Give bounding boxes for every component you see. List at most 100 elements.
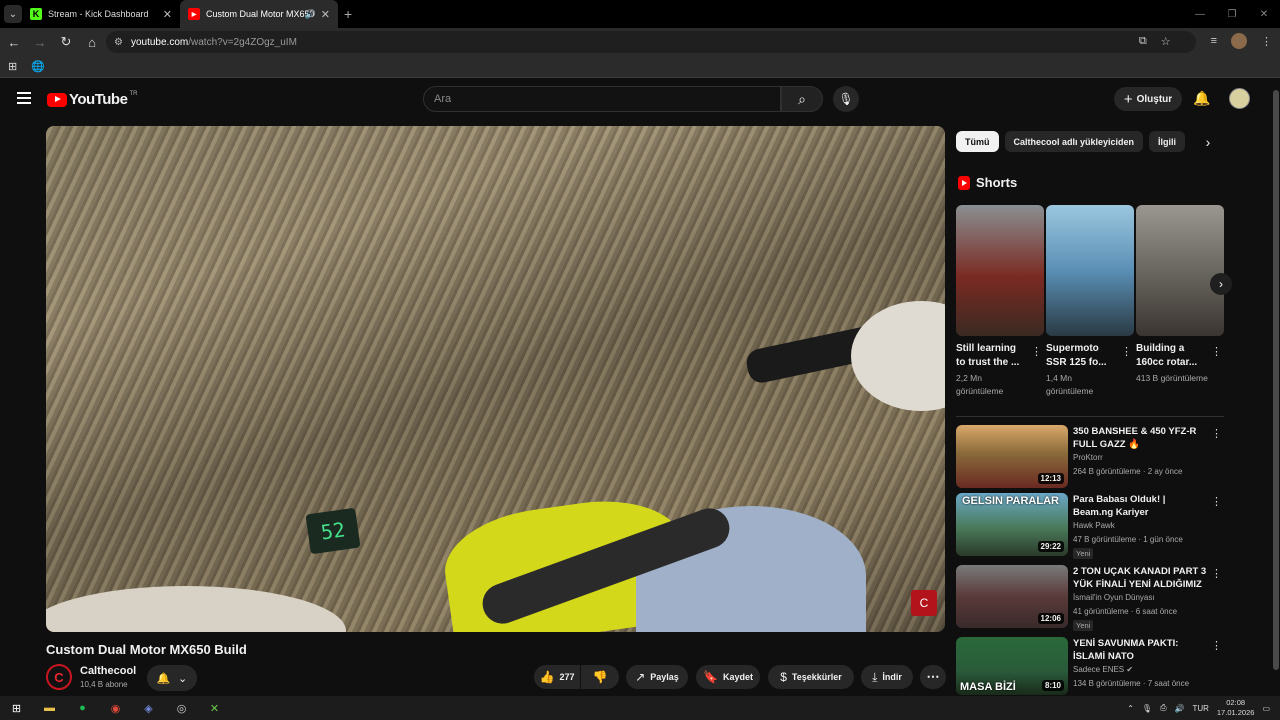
- download-button[interactable]: ⤓ İndir: [861, 665, 913, 689]
- video-thumbnail[interactable]: MASA BİZİ 8:10: [956, 637, 1068, 695]
- video-thumbnail[interactable]: GELSIN PARALAR 29:22: [956, 493, 1068, 556]
- input-language[interactable]: TUR: [1192, 704, 1208, 713]
- short-item[interactable]: Still learning to trust the ... 2,2 Mn g…: [956, 205, 1044, 398]
- bell-icon: 🔔: [156, 672, 171, 685]
- spotify-icon[interactable]: ●: [66, 696, 99, 720]
- more-vertical-icon[interactable]: ⋮: [1031, 345, 1042, 358]
- xbox-icon[interactable]: ✕: [198, 696, 231, 720]
- youtube-logo[interactable]: YouTube TR: [47, 91, 137, 108]
- site-info-icon[interactable]: ⚙: [114, 37, 123, 48]
- more-actions-button[interactable]: ⋯: [920, 665, 946, 689]
- share-label: Paylaş: [650, 672, 679, 682]
- tab-kick-dashboard[interactable]: K Stream - Kick Dashboard ✕: [22, 0, 180, 28]
- browser-menu-icon[interactable]: ⋮: [1261, 35, 1272, 48]
- address-bar-row: ← → ↻ ⌂ ⚙ youtube.com/watch?v=2g4ZOgz_uI…: [0, 28, 1280, 56]
- bookmark-star-icon[interactable]: ☆: [1161, 35, 1171, 48]
- short-item[interactable]: Building a 160cc rotar... 413 B görüntül…: [1136, 205, 1224, 385]
- channel-avatar[interactable]: C: [46, 664, 72, 690]
- speaker-icon[interactable]: 🔊: [305, 9, 316, 20]
- dislike-button[interactable]: 👎: [581, 665, 619, 689]
- tab-search-button[interactable]: ⌄: [4, 5, 22, 23]
- thanks-button[interactable]: $ Teşekkürler: [768, 665, 854, 689]
- like-button[interactable]: 👍 277: [534, 665, 580, 689]
- close-window-icon[interactable]: ✕: [1248, 9, 1280, 20]
- globe-icon[interactable]: 🌐: [31, 60, 45, 73]
- video-player[interactable]: 52 C: [46, 126, 945, 632]
- channel-name[interactable]: Sadece ENES ✔: [1073, 665, 1133, 674]
- file-explorer-icon[interactable]: ▬: [33, 696, 66, 720]
- related-video[interactable]: GELSIN PARALAR 29:22 Para Babası Olduk! …: [956, 493, 1224, 559]
- chip-from-uploader[interactable]: Calthecool adlı yükleyiciden: [1004, 131, 1144, 152]
- clock[interactable]: 02:08 17.01.2026: [1217, 698, 1255, 718]
- channel-watermark[interactable]: C: [911, 590, 937, 616]
- more-vertical-icon[interactable]: ⋮: [1211, 639, 1222, 652]
- create-button[interactable]: + Oluştur: [1114, 87, 1182, 111]
- network-icon[interactable]: ⎙: [1160, 703, 1166, 713]
- logo-text: YouTube: [69, 91, 128, 108]
- short-thumbnail[interactable]: [1136, 205, 1224, 336]
- maximize-icon[interactable]: ❐: [1216, 9, 1248, 20]
- short-item[interactable]: Supermoto SSR 125 fo... 1,4 Mn görüntüle…: [1046, 205, 1134, 398]
- chrome-icon[interactable]: ◉: [99, 696, 132, 720]
- channel-name-text: Sadece ENES: [1073, 665, 1125, 674]
- more-vertical-icon[interactable]: ⋮: [1211, 567, 1222, 580]
- minimize-icon[interactable]: —: [1184, 9, 1216, 20]
- scrollbar-thumb[interactable]: [1273, 90, 1279, 670]
- close-tab-icon[interactable]: ✕: [163, 8, 172, 21]
- channel-name[interactable]: İsmail'in Oyun Dünyası: [1073, 593, 1155, 602]
- chip-related[interactable]: İlgili: [1149, 131, 1186, 152]
- close-tab-icon[interactable]: ✕: [321, 8, 330, 21]
- voice-search-button[interactable]: 🎙: [833, 86, 859, 112]
- subscription-bell-button[interactable]: 🔔 ⌄: [147, 665, 197, 691]
- more-vertical-icon[interactable]: ⋮: [1211, 345, 1222, 358]
- video-title: 2 TON UÇAK KANADI PART 3 YÜK FİNALİ YENİ…: [1073, 566, 1207, 590]
- new-tab-icon[interactable]: +: [344, 6, 352, 22]
- chip-all[interactable]: Tümü: [956, 131, 999, 152]
- channel-name[interactable]: Hawk Pawk: [1073, 521, 1115, 530]
- reload-icon[interactable]: ↻: [54, 34, 78, 50]
- save-button[interactable]: 🔖 Kaydet: [696, 665, 760, 689]
- notification-center-icon[interactable]: ▭: [1262, 704, 1270, 713]
- search-button[interactable]: ⌕: [781, 86, 823, 112]
- related-video[interactable]: 12:06 2 TON UÇAK KANADI PART 3 YÜK FİNAL…: [956, 565, 1224, 631]
- more-vertical-icon[interactable]: ⋮: [1211, 495, 1222, 508]
- youtube-header: YouTube TR Ara ⌕ 🎙 + Oluştur 🔔: [0, 80, 1270, 118]
- tray-overflow-icon[interactable]: ⌃: [1127, 704, 1134, 713]
- video-thumbnail[interactable]: 12:06: [956, 565, 1068, 628]
- search-input[interactable]: Ara: [423, 86, 781, 112]
- microphone-tray-icon[interactable]: 🎙: [1142, 704, 1152, 713]
- video-meta: 134 B görüntüleme · 7 saat önce: [1073, 679, 1190, 688]
- chevron-right-icon[interactable]: ›: [1198, 131, 1218, 152]
- tab-title: Stream - Kick Dashboard: [48, 9, 149, 19]
- shorts-next-button[interactable]: ›: [1210, 273, 1232, 295]
- channel-name[interactable]: ProKtorr: [1073, 453, 1103, 462]
- back-icon[interactable]: ←: [2, 35, 26, 50]
- notifications-bell-icon[interactable]: 🔔: [1193, 90, 1210, 107]
- media-control-icon[interactable]: ≡: [1211, 35, 1217, 47]
- windows-start-icon[interactable]: ⊞: [0, 696, 33, 720]
- volume-icon[interactable]: 🔊: [1174, 704, 1184, 713]
- shorts-heading: Shorts: [958, 175, 1017, 190]
- profile-avatar[interactable]: [1231, 33, 1247, 49]
- tab-youtube-video[interactable]: ▶ Custom Dual Motor MX650 🔊 ✕: [180, 0, 338, 28]
- video-thumbnail[interactable]: 12:13: [956, 425, 1068, 488]
- related-video[interactable]: MASA BİZİ 8:10 YENİ SAVUNMA PAKTI: İSLAM…: [956, 637, 1224, 695]
- menu-icon[interactable]: [17, 92, 31, 104]
- home-icon[interactable]: ⌂: [80, 35, 104, 50]
- account-avatar[interactable]: [1229, 88, 1250, 109]
- cast-icon[interactable]: ⧉: [1139, 35, 1147, 48]
- short-thumbnail[interactable]: [1046, 205, 1134, 336]
- obs-icon[interactable]: ◎: [165, 696, 198, 720]
- page-scrollbar[interactable]: [1272, 80, 1280, 700]
- more-vertical-icon[interactable]: ⋮: [1211, 427, 1222, 440]
- channel-name[interactable]: Calthecool: [80, 665, 136, 677]
- forward-icon[interactable]: →: [28, 35, 52, 50]
- discord-icon[interactable]: ◈: [132, 696, 165, 720]
- short-thumbnail[interactable]: [956, 205, 1044, 336]
- related-video[interactable]: 12:13 350 BANSHEE & 450 YFZ-R FULL GAZZ …: [956, 425, 1224, 489]
- apps-grid-icon[interactable]: ⊞: [8, 60, 17, 73]
- video-duration: 8:10: [1041, 680, 1064, 691]
- more-vertical-icon[interactable]: ⋮: [1121, 345, 1132, 358]
- url-field[interactable]: ⚙ youtube.com/watch?v=2g4ZOgz_uIM: [106, 31, 1196, 53]
- share-button[interactable]: ↗ Paylaş: [626, 665, 688, 689]
